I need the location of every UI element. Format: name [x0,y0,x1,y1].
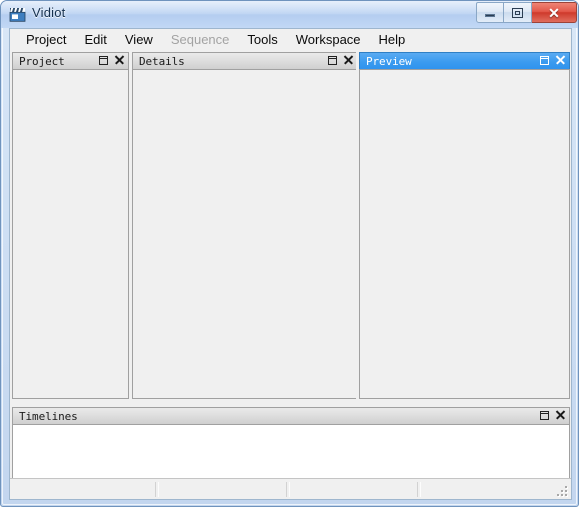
client-area: Project Edit View Sequence Tools Workspa… [9,28,572,500]
panel-details-body[interactable] [132,69,358,399]
close-icon[interactable] [555,55,565,65]
panel-container: Project Details Preview Timelines [10,50,571,499]
status-field-1 [12,481,154,498]
menu-item-edit[interactable]: Edit [75,30,115,50]
minimize-icon [477,3,503,22]
panel-details-buttons [328,55,353,65]
panel-timelines-buttons [540,410,565,420]
window-title: Vidiot [32,5,66,20]
close-icon: ✕ [548,4,560,21]
panel-timelines-header[interactable]: Timelines [12,407,570,424]
float-icon[interactable] [540,55,549,65]
maximize-button[interactable] [504,2,532,23]
panel-preview-title: Preview [366,54,412,68]
menu-item-sequence: Sequence [170,31,230,47]
menu-item-view[interactable]: View [116,30,162,50]
panel-preview: Preview [359,52,570,399]
panel-project: Project [12,52,129,399]
panel-preview-header[interactable]: Preview [359,52,570,69]
menu-item-project[interactable]: Project [17,30,75,50]
panel-project-title: Project [19,54,65,68]
status-field-2 [159,481,285,498]
resize-grip-icon[interactable] [556,485,569,498]
panel-details: Details [132,52,358,399]
status-field-4 [421,481,567,498]
float-icon[interactable] [328,55,337,65]
panel-details-header[interactable]: Details [132,52,358,69]
clapperboard-icon [9,8,26,22]
float-icon[interactable] [540,410,549,420]
panel-preview-body[interactable] [359,69,570,399]
status-bar [10,478,571,499]
application-window: Vidiot ✕ Project Edit View Sequence Tool… [0,0,579,507]
panel-timelines-title: Timelines [19,409,78,423]
sash-horizontal-timelines[interactable] [12,401,570,406]
panel-project-header[interactable]: Project [12,52,129,69]
menu-item-workspace[interactable]: Workspace [287,30,370,50]
float-icon[interactable] [99,55,108,65]
close-button[interactable]: ✕ [532,2,577,23]
close-icon[interactable] [343,55,353,65]
panel-project-body[interactable] [12,69,129,399]
close-icon[interactable] [114,55,124,65]
close-icon[interactable] [555,410,565,420]
menu-item-help[interactable]: Help [370,30,415,50]
minimize-button[interactable] [476,2,504,23]
status-field-3 [290,481,416,498]
maximize-icon [504,3,531,22]
panel-details-title: Details [139,54,185,68]
menu-bar: Project Edit View Sequence Tools Workspa… [10,29,571,50]
title-bar[interactable]: Vidiot ✕ [1,1,578,28]
window-controls: ✕ [476,2,577,23]
panel-project-buttons [99,55,124,65]
menu-item-tools[interactable]: Tools [238,30,286,50]
panel-preview-buttons [540,55,565,65]
